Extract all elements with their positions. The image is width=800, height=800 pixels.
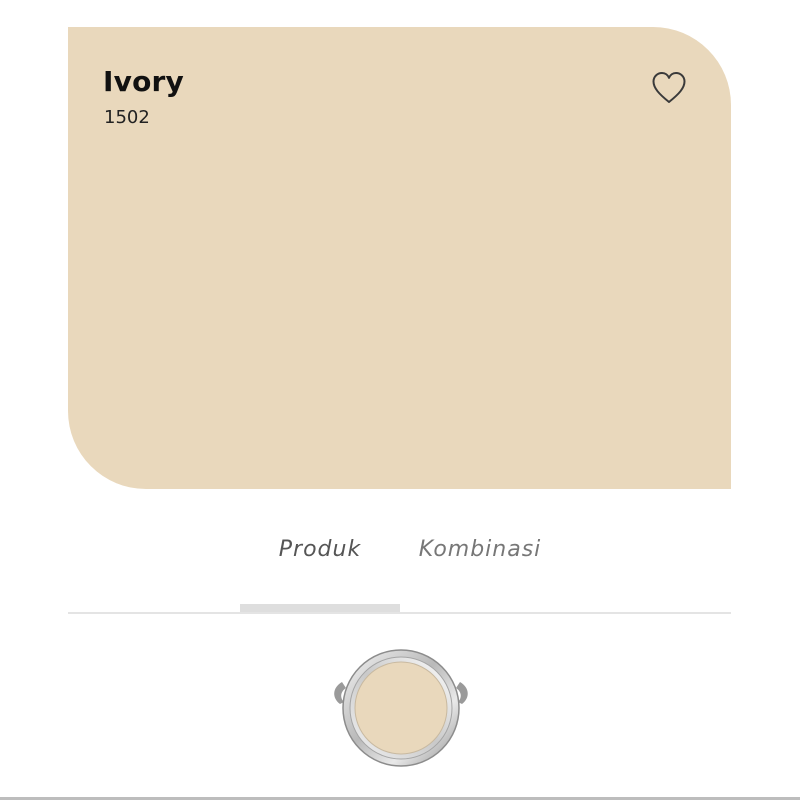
- favorite-button[interactable]: [651, 71, 687, 105]
- heart-outline-icon: [652, 72, 686, 103]
- tab-bar: Produk Kombinasi: [68, 520, 731, 615]
- tabs-divider: [68, 612, 731, 614]
- color-code: 1502: [104, 107, 150, 128]
- color-name: Ivory: [103, 65, 184, 98]
- tab-produk-label: Produk: [278, 537, 362, 562]
- tab-kombinasi-label: Kombinasi: [418, 537, 542, 562]
- tab-produk[interactable]: Produk: [240, 520, 400, 612]
- color-detail-page: Ivory 1502 Produk Kombinasi: [0, 0, 800, 800]
- paint-can-icon: [334, 649, 468, 767]
- color-swatch-card: Ivory 1502: [68, 27, 731, 489]
- tab-kombinasi[interactable]: Kombinasi: [400, 520, 560, 612]
- product-item[interactable]: [326, 648, 476, 772]
- active-tab-indicator: [240, 604, 400, 612]
